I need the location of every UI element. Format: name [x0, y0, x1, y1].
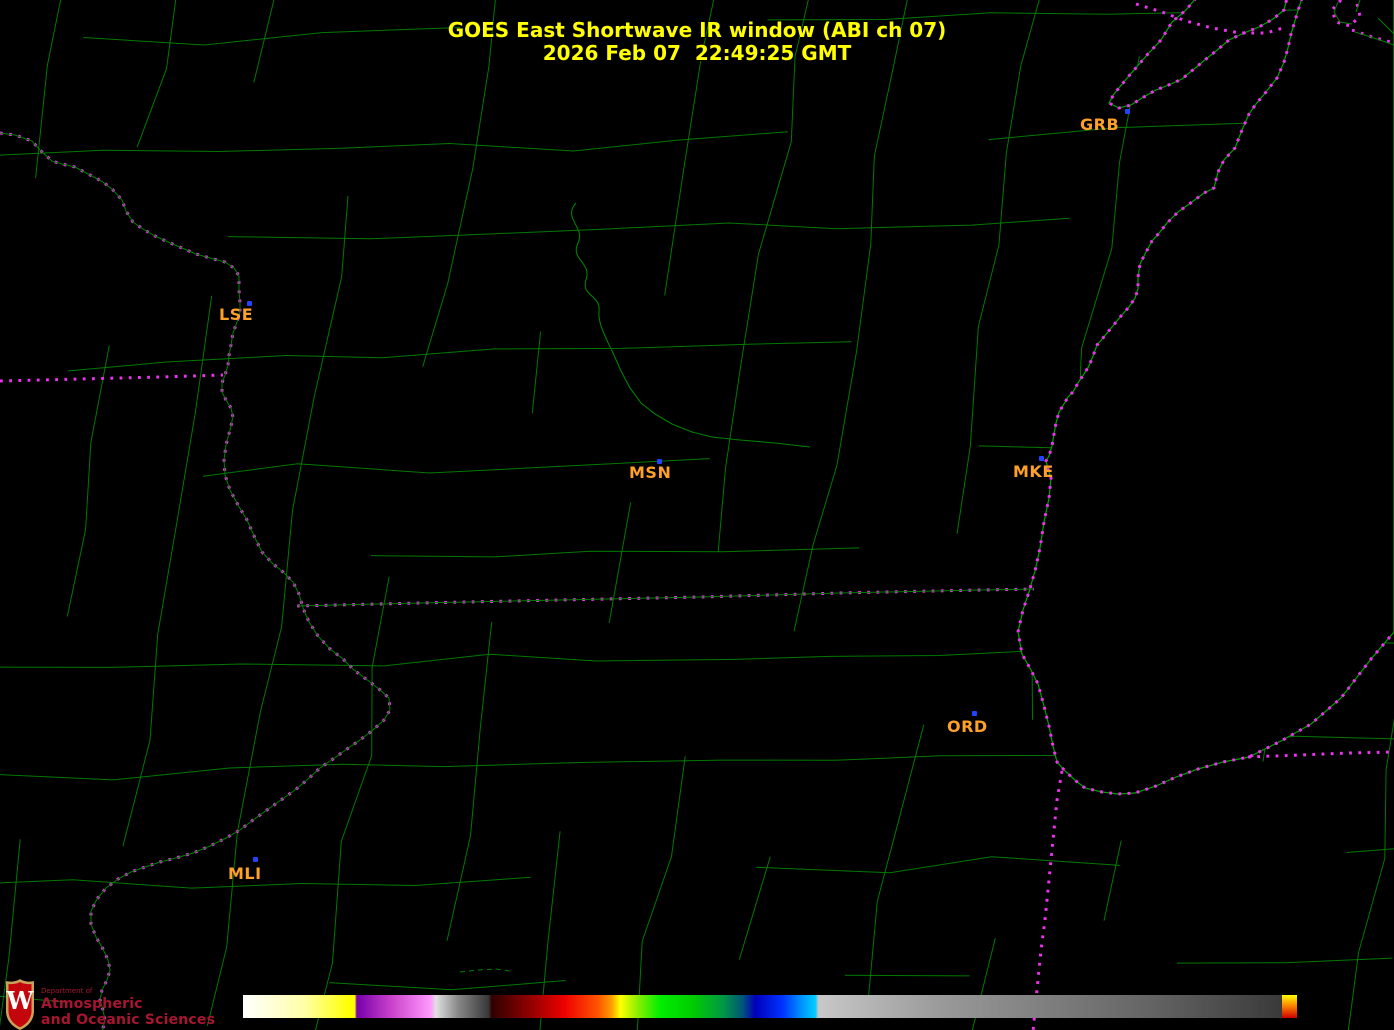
logo-name-line1: Atmospheric [41, 997, 215, 1011]
county-line [306, 0, 498, 1030]
station-label-mke: MKE [1013, 462, 1054, 481]
county-line [0, 0, 180, 1030]
county-line [0, 120, 1363, 157]
station-dot-grb [1125, 109, 1130, 114]
station-label-msn: MSN [629, 463, 671, 482]
station-label-mli: MLI [228, 864, 262, 883]
crest-w-letter: W [6, 986, 35, 1015]
station-dot-mke [1039, 456, 1044, 461]
station-label-grb: GRB [1080, 115, 1119, 134]
uw-aos-logo: W Department of Atmospheric and Oceanic … [5, 979, 215, 1030]
station-dot-ord [972, 711, 977, 716]
logo-name-line2: and Oceanic Sciences [41, 1013, 215, 1027]
temperature-colorbar [243, 995, 1297, 1018]
county-line [0, 845, 1394, 888]
map-canvas [0, 0, 1394, 1030]
product-title: GOES East Shortwave IR window (ABI ch 07… [0, 19, 1394, 42]
title-block: GOES East Shortwave IR window (ABI ch 07… [0, 19, 1394, 65]
uw-crest-icon: W [5, 979, 35, 1030]
logo-text: Department of Atmospheric and Oceanic Sc… [41, 979, 215, 1027]
county-line [447, 332, 541, 941]
colorbar-end-cap [1282, 995, 1297, 1018]
lake-michigan [1018, 0, 1394, 794]
station-label-ord: ORD [947, 717, 988, 736]
county-line [739, 0, 913, 960]
timestamp: 2026 Feb 07 22:49:25 GMT [0, 42, 1394, 65]
station-dot-mli [253, 857, 258, 862]
county-line [637, 0, 815, 1030]
river-line [572, 203, 810, 447]
satellite-map-view: GOES East Shortwave IR window (ABI ch 07… [0, 0, 1394, 1030]
county-line [371, 541, 1111, 557]
station-label-lse: LSE [219, 305, 253, 324]
logo-dept-line: Department of [41, 988, 215, 995]
county-line [540, 0, 720, 1030]
county-line [867, 0, 1048, 1014]
